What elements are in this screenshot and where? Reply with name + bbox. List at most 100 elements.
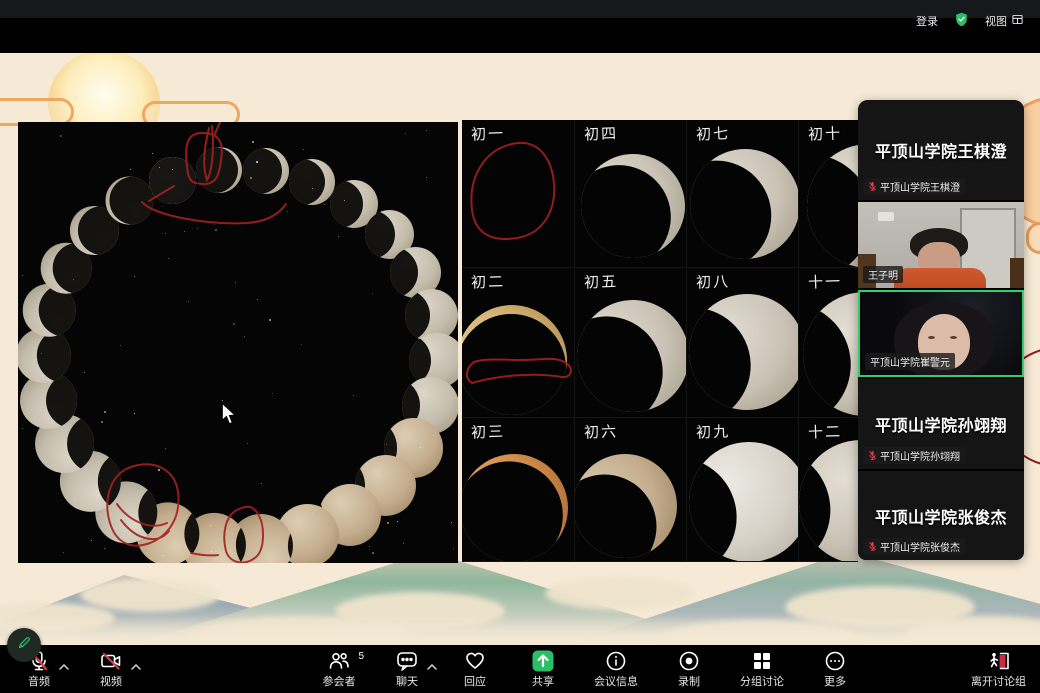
shared-moon-ring-image — [18, 122, 458, 563]
toolbar-item-leave[interactable]: 离开讨论组 — [967, 649, 1030, 689]
lunar-day-label: 初七 — [696, 122, 731, 144]
toolbar-item-label: 视频 — [100, 673, 122, 689]
more-icon — [823, 649, 847, 673]
toolbar-item-label: 回应 — [464, 673, 486, 689]
lunar-day-label: 十二 — [808, 420, 843, 442]
toolbar-item-share[interactable]: 共享 — [522, 649, 564, 689]
toolbar-item-label: 共享 — [532, 673, 554, 689]
mic-muted-icon — [868, 541, 877, 552]
moon-grid-cell: 初二 — [462, 268, 575, 418]
toolbar-item-label: 分组讨论 — [740, 673, 784, 689]
name-tag-text: 王子明 — [868, 267, 898, 282]
moon-photo — [575, 432, 687, 562]
view-button[interactable]: 视图 — [985, 13, 1024, 29]
chat-icon — [395, 649, 419, 673]
moon-photo — [799, 435, 858, 562]
lunar-day-label: 初一 — [471, 122, 506, 144]
moon-photo — [243, 148, 289, 194]
participants-panel: 平顶山学院王棋澄平顶山学院王棋澄 王子明 平顶山学院崔警元平顶山学院孙翊翔平顶山… — [858, 100, 1024, 560]
annotation-tool-button[interactable] — [7, 628, 41, 662]
toolbar-item-video[interactable]: 视频 — [90, 649, 132, 689]
pencil-icon — [16, 634, 33, 656]
moon-photo — [462, 300, 572, 418]
top-right-controls: 登录 视图 — [916, 11, 1024, 31]
participants-icon — [327, 649, 351, 673]
name-tag-text: 平顶山学院张俊杰 — [880, 539, 960, 554]
security-button[interactable] — [953, 11, 970, 31]
mic-muted-icon — [868, 181, 877, 192]
toolbar-item-label: 会议信息 — [594, 673, 638, 689]
toolbar-item-label: 音频 — [28, 673, 50, 689]
name-tag-text: 平顶山学院王棋澄 — [880, 179, 960, 194]
mic-muted-icon — [868, 450, 877, 461]
participant-name-tag: 王子明 — [863, 266, 903, 283]
lunar-day-label: 十一 — [808, 270, 843, 292]
moon-photo — [575, 279, 687, 418]
toolbar-item-label: 录制 — [678, 673, 700, 689]
participant-video-tile[interactable]: 平顶山学院崔警元 — [858, 290, 1024, 377]
toolbar-item-record[interactable]: 录制 — [668, 649, 710, 689]
moon-photo — [687, 431, 799, 562]
name-tag-text: 平顶山学院崔警元 — [870, 354, 950, 369]
moon-photo — [687, 282, 799, 418]
participant-name-tag: 平顶山学院张俊杰 — [863, 538, 965, 555]
moon-photo — [799, 284, 858, 418]
meeting-toolbar: 音频 视频 5参会者聊天回应 共享 会议信息 录制 分组讨论 更多 离开讨论组 — [0, 645, 1040, 693]
chevron-up-icon[interactable] — [131, 657, 141, 675]
participant-name-tile[interactable]: 平顶山学院孙翊翔平顶山学院孙翊翔 — [858, 379, 1024, 469]
moon-grid-cell: 初八 — [687, 268, 799, 418]
moon-grid-cell: 初九 — [687, 418, 799, 562]
moon-photo — [799, 134, 858, 268]
camera-off-icon — [99, 649, 123, 673]
mouse-cursor — [221, 403, 237, 430]
peach-cloud-illustration — [1026, 222, 1040, 254]
login-button[interactable]: 登录 — [916, 13, 938, 29]
toolbar-item-breakout[interactable]: 分组讨论 — [736, 649, 788, 689]
moon-grid-cell: 十一 — [799, 268, 858, 418]
participant-video-tile[interactable]: 王子明 — [858, 202, 1024, 288]
participant-name-tile[interactable]: 平顶山学院张俊杰平顶山学院张俊杰 — [858, 471, 1024, 560]
shield-check-icon — [953, 11, 970, 31]
participant-display-name: 平顶山学院孙翊翔 — [875, 412, 1007, 436]
toolbar-center-group: 5参会者聊天回应 共享 会议信息 录制 分组讨论 更多 — [318, 645, 856, 693]
chevron-up-icon[interactable] — [59, 657, 69, 675]
moon-photo — [575, 133, 687, 268]
toolbar-item-more[interactable]: 更多 — [814, 649, 856, 689]
login-label: 登录 — [916, 13, 938, 29]
participant-display-name: 平顶山学院张俊杰 — [875, 504, 1007, 528]
lunar-day-label: 初五 — [584, 270, 619, 292]
moon-photo — [289, 159, 336, 206]
moon-photo — [106, 177, 154, 225]
lunar-day-label: 初六 — [584, 420, 619, 442]
toolbar-item-participants[interactable]: 5参会者 — [318, 649, 360, 689]
moon-photo — [196, 147, 242, 193]
lunar-day-label: 初四 — [584, 122, 619, 144]
breakout-grid-icon — [750, 649, 774, 673]
participant-display-name: 平顶山学院王棋澄 — [875, 138, 1007, 162]
toolbar-item-label: 离开讨论组 — [971, 673, 1026, 689]
leave-door-icon — [987, 649, 1011, 673]
moon-grid-cell: 初五 — [575, 268, 687, 418]
moon-grid-cell: 十二 — [799, 418, 858, 562]
toolbar-item-label: 参会者 — [323, 673, 356, 689]
participant-name-tag: 平顶山学院王棋澄 — [863, 178, 965, 195]
view-label: 视图 — [985, 13, 1007, 29]
toolbar-item-reactions[interactable]: 回应 — [454, 649, 496, 689]
participant-name-tag: 平顶山学院孙翊翔 — [863, 447, 965, 464]
toolbar-item-meeting-info[interactable]: 会议信息 — [590, 649, 642, 689]
lunar-day-label: 初九 — [696, 420, 731, 442]
moon-photo — [687, 132, 799, 268]
layout-grid-icon — [1011, 13, 1024, 29]
heart-icon — [463, 649, 487, 673]
toolbar-item-chat[interactable]: 聊天 — [386, 649, 428, 689]
chevron-up-icon[interactable] — [427, 657, 437, 675]
top-black-strip — [0, 18, 1040, 53]
participant-name-tile[interactable]: 平顶山学院王棋澄平顶山学院王棋澄 — [858, 100, 1024, 200]
shared-moon-grid-image: 初一初四初七初十初二初五初八十一初三初六初九十二 — [462, 120, 858, 562]
share-up-icon — [531, 649, 555, 673]
info-icon — [604, 649, 628, 673]
toolbar-item-label: 更多 — [824, 673, 846, 689]
record-icon — [677, 649, 701, 673]
moon-grid-cell: 初十 — [799, 120, 858, 268]
lunar-day-label: 初十 — [808, 122, 843, 144]
